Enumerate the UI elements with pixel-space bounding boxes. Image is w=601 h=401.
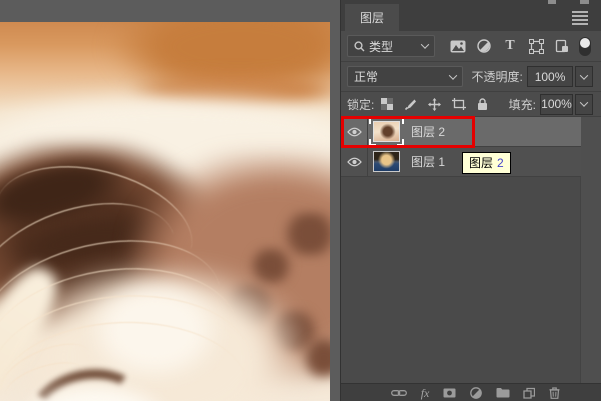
- document-canvas-cat-photo[interactable]: [0, 22, 330, 401]
- photoshop-window: 图层 类型 T 正常 不透明度: 100% 锁定: 填充: 100% 图层 2 …: [0, 0, 601, 401]
- scrollbar-track[interactable]: [580, 117, 601, 383]
- adjustment-layer-filter-icon[interactable]: [475, 37, 493, 55]
- layer-name-tooltip: 图层 2: [462, 152, 511, 174]
- opacity-dropdown-button[interactable]: [575, 66, 593, 87]
- lock-label: 锁定:: [347, 97, 375, 112]
- add-layer-mask-icon[interactable]: [443, 388, 456, 398]
- smart-object-filter-icon[interactable]: [553, 37, 571, 55]
- photo-fur-spot: [280, 212, 330, 256]
- eye-icon: [346, 127, 362, 136]
- chevron-down-icon: [579, 70, 589, 80]
- delete-layer-trash-icon[interactable]: [549, 386, 560, 399]
- tooltip-label: 图层: [469, 156, 494, 170]
- shape-layer-filter-icon[interactable]: [527, 37, 545, 55]
- search-icon: [354, 40, 365, 51]
- chevron-down-icon: [420, 40, 430, 49]
- layer-style-fx-icon[interactable]: fx: [421, 387, 430, 399]
- layer-2-visibility-toggle[interactable]: [341, 117, 368, 146]
- tab-layers-label: 图层: [359, 11, 384, 25]
- layers-panel: 图层 类型 T 正常 不透明度: 100% 锁定: 填充: 100% 图层 2 …: [340, 0, 601, 401]
- panel-tab-bar: 图层: [341, 0, 601, 31]
- cropped-icon-fragment: [580, 0, 589, 4]
- layers-list: 图层 2 图层 1 图层 2: [341, 116, 601, 383]
- blend-mode-dropdown[interactable]: 正常: [347, 66, 463, 87]
- photo-shape: [110, 22, 330, 102]
- workspace-background: [0, 0, 340, 401]
- type-layer-filter-icon[interactable]: T: [501, 37, 519, 55]
- layer-1-visibility-toggle[interactable]: [341, 147, 368, 176]
- lock-all-padlock-icon[interactable]: [477, 98, 488, 110]
- pixel-layer-filter-icon[interactable]: [449, 37, 467, 55]
- photo-fur-spot: [300, 338, 330, 378]
- layers-bottom-toolbar: fx: [341, 383, 601, 401]
- filter-type-label: 类型: [369, 39, 394, 54]
- selection-corner: [369, 139, 376, 146]
- selection-corner: [369, 117, 376, 124]
- fill-value: 100%: [541, 97, 572, 111]
- lock-artboard-icon[interactable]: [452, 98, 467, 110]
- lock-icon-group: [381, 97, 488, 111]
- tooltip-number: 2: [497, 155, 504, 170]
- layer-2-name[interactable]: 图层 2: [411, 123, 445, 140]
- new-layer-icon[interactable]: [523, 387, 536, 399]
- lock-transparent-pixels-icon[interactable]: [381, 98, 394, 110]
- link-layers-icon[interactable]: [391, 389, 407, 397]
- lock-row: 锁定: 填充: 100%: [341, 92, 601, 117]
- layer-1-thumbnail[interactable]: [373, 151, 400, 172]
- fill-label: 填充:: [508, 97, 536, 112]
- layer-2-thumbnail[interactable]: [369, 117, 404, 146]
- layer-1-name[interactable]: 图层 1: [411, 153, 445, 170]
- photo-fur-spot: [248, 248, 294, 284]
- fill-value-field[interactable]: 100%: [540, 93, 573, 115]
- blend-mode-value: 正常: [354, 70, 379, 84]
- lock-image-pixels-brush-icon[interactable]: [404, 98, 417, 111]
- eye-icon: [346, 157, 362, 166]
- fill-dropdown-button[interactable]: [575, 93, 593, 115]
- blend-mode-row: 正常 不透明度: 100%: [341, 62, 601, 92]
- layer-filter-row: 类型 T: [341, 31, 601, 62]
- chevron-down-icon: [448, 70, 457, 80]
- selection-corner: [397, 139, 404, 146]
- filter-toggle-switch[interactable]: [579, 36, 591, 56]
- opacity-value-field[interactable]: 100%: [526, 66, 574, 87]
- chevron-down-icon: [579, 98, 589, 107]
- adjustment-layer-icon[interactable]: [469, 386, 482, 399]
- layer-row-2[interactable]: 图层 2: [341, 117, 581, 147]
- opacity-value: 100%: [534, 69, 566, 84]
- cropped-icon-fragment: [548, 0, 556, 4]
- layer-row-1[interactable]: 图层 1: [341, 147, 581, 177]
- panel-menu-icon[interactable]: [572, 11, 588, 27]
- photo-shape: [130, 74, 330, 108]
- opacity-label: 不透明度:: [471, 70, 523, 84]
- new-group-folder-icon[interactable]: [496, 387, 510, 398]
- filter-type-dropdown[interactable]: 类型: [347, 35, 435, 57]
- selection-corner: [397, 117, 404, 124]
- lock-position-move-icon[interactable]: [428, 97, 442, 111]
- filter-icon-group: T: [449, 36, 593, 56]
- photo-fur-spot: [268, 310, 320, 352]
- tab-layers[interactable]: 图层: [345, 4, 399, 31]
